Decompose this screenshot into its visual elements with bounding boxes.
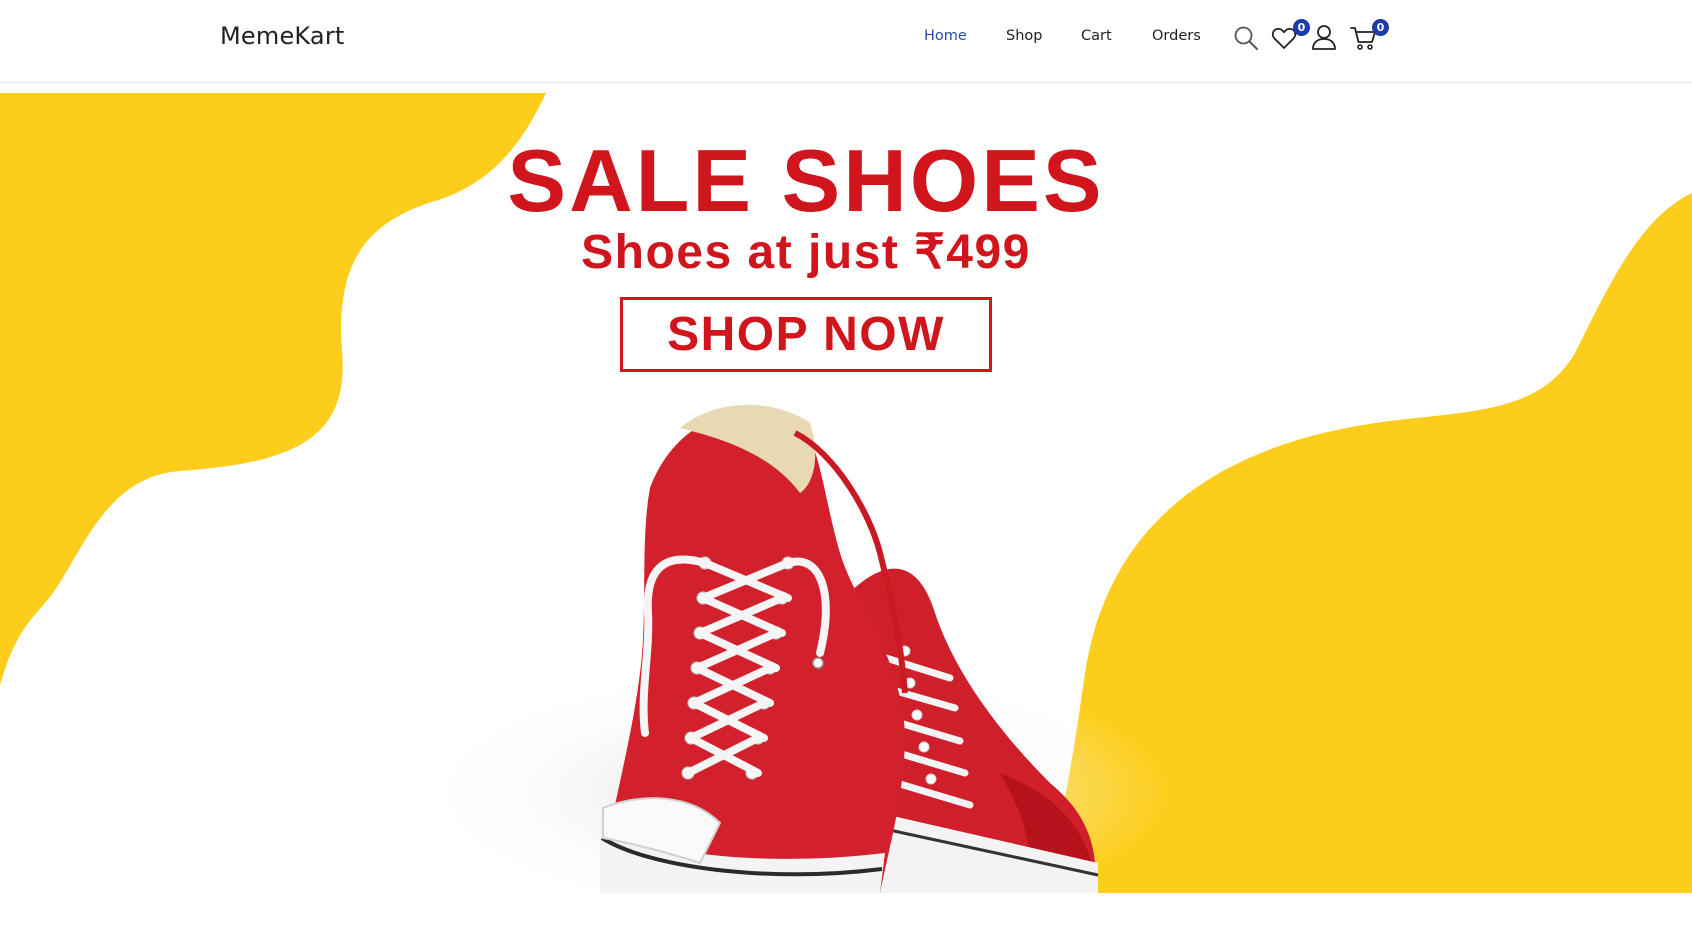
nav-link-shop[interactable]: Shop bbox=[1006, 28, 1042, 44]
wishlist-count-badge: 0 bbox=[1293, 19, 1310, 36]
wishlist-button[interactable]: 0 bbox=[1271, 19, 1310, 55]
hero-banner[interactable]: SALE SHOES Shoes at just ₹499 SHOP NOW bbox=[0, 93, 1692, 893]
top-navbar: MemeKart Home Shop Cart Orders 0 0 bbox=[0, 0, 1692, 83]
cart-button[interactable]: 0 bbox=[1350, 19, 1389, 55]
brand-logo[interactable]: MemeKart bbox=[220, 22, 345, 50]
red-sneakers-image bbox=[410, 404, 1170, 893]
search-icon[interactable] bbox=[1233, 25, 1259, 55]
user-icon[interactable] bbox=[1310, 23, 1338, 55]
cart-count-badge: 0 bbox=[1372, 19, 1389, 36]
nav-link-orders[interactable]: Orders bbox=[1152, 28, 1201, 44]
nav-link-home[interactable]: Home bbox=[924, 28, 967, 44]
nav-link-cart[interactable]: Cart bbox=[1081, 28, 1112, 44]
